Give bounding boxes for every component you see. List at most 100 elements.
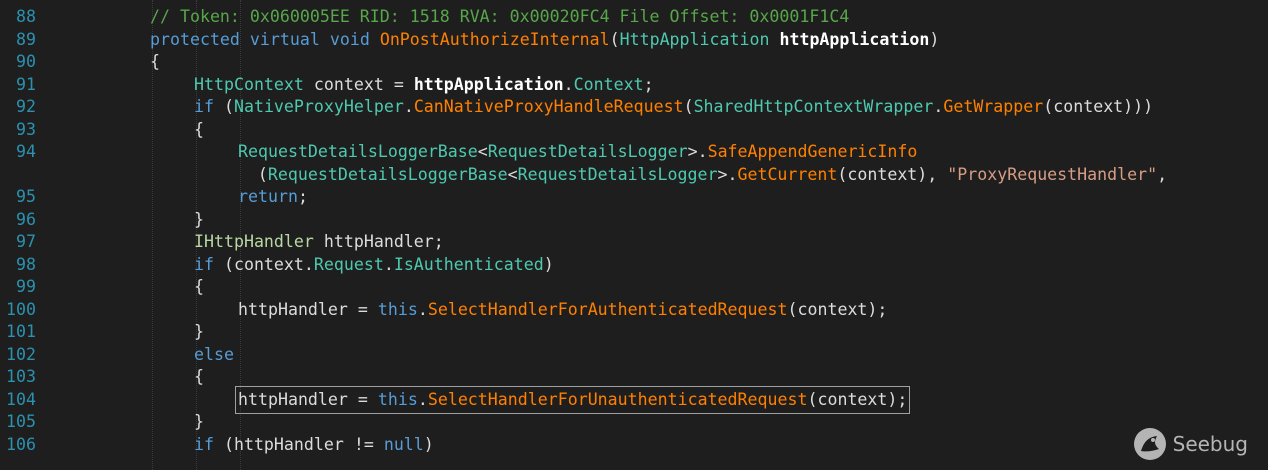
code-token: <	[507, 164, 518, 184]
line-number: 104	[6, 389, 36, 409]
code-token: (	[683, 97, 694, 116]
code-text: RequestDetailsLoggerBase<RequestDetailsL…	[238, 141, 917, 163]
code-line[interactable]: 94 RequestDetailsLoggerBase<RequestDetail…	[0, 141, 1268, 163]
line-number: 88	[16, 7, 36, 26]
code-text: if (httpHandler != null)	[194, 434, 434, 456]
code-token: this	[377, 299, 418, 319]
code-token: RequestDetailsLoggerBase	[238, 142, 478, 161]
code-token: Request	[313, 254, 384, 274]
code-line[interactable]: 93 {	[0, 119, 1268, 141]
highlighted-code-text: httpHandler = this.SelectHandlerForUnaut…	[234, 385, 911, 414]
code-token: IsAuthenticated	[393, 254, 544, 274]
code-text: {	[194, 366, 204, 388]
code-token: (context),	[837, 164, 948, 184]
code-token: }	[194, 412, 204, 431]
code-token: "ProxyRequestHandler"	[947, 164, 1158, 184]
code-text: (RequestDetailsLoggerBase<RequestDetails…	[258, 164, 1167, 186]
code-token: )	[423, 434, 434, 454]
code-token: httpApplication	[413, 74, 564, 94]
code-line[interactable]: 96}	[0, 209, 1268, 231]
code-token: if	[194, 254, 214, 274]
line-number: 95	[16, 187, 36, 206]
code-token: .	[933, 97, 944, 116]
code-line[interactable]: 103 {	[0, 366, 1268, 388]
line-number: 89	[16, 29, 36, 49]
code-token: CanNativeProxyHandleRequest	[413, 97, 684, 116]
code-text: return;	[238, 186, 308, 208]
code-token: .	[417, 389, 428, 409]
code-text: {	[194, 276, 204, 298]
code-token: ;	[643, 74, 654, 94]
code-token: HttpApplication	[619, 29, 770, 49]
code-token: )	[929, 29, 940, 49]
code-line[interactable]: 88 // Token: 0x060005EE RID: 1518 RVA: 0x…	[0, 6, 1268, 28]
code-token: .	[383, 254, 394, 274]
code-text: {	[194, 119, 204, 141]
code-line[interactable]: 106 if (httpHandler != null)	[0, 434, 1268, 456]
code-line[interactable]: 105}	[0, 411, 1268, 433]
line-number: 91	[16, 74, 36, 94]
code-token: return	[238, 187, 298, 206]
line-number: 93	[16, 119, 36, 139]
code-line[interactable]: 102 else	[0, 344, 1268, 366]
code-line[interactable]: 92 if (NativeProxyHelper.CanNativeProxyHa…	[0, 96, 1268, 118]
code-text: }	[194, 209, 204, 231]
code-token: SelectHandlerForUnauthenticatedRequest	[427, 389, 808, 409]
code-token: GetCurrent	[737, 164, 838, 184]
code-token: httpHandler;	[313, 232, 444, 251]
code-token: <	[477, 142, 488, 161]
code-token: (	[609, 29, 620, 49]
code-line[interactable]: 97 IHttpHandler httpHandler;	[0, 231, 1268, 253]
code-token: .	[563, 74, 574, 94]
code-token: (	[213, 97, 234, 116]
code-token: this	[377, 389, 418, 409]
code-token: GetWrapper	[943, 97, 1044, 116]
code-line[interactable]: 89 protected virtual void OnPostAuthorize…	[0, 29, 1268, 51]
code-token: .	[417, 299, 428, 319]
code-line[interactable]: 98 if (context.Request.IsAuthenticated)	[0, 254, 1268, 276]
line-number: 90	[16, 52, 36, 71]
code-token: {	[150, 52, 160, 71]
code-token: RequestDetailsLoggerBase	[267, 164, 508, 184]
code-line[interactable]: 104 httpHandler = this.SelectHandlerForUn…	[0, 385, 1268, 414]
code-token: }	[194, 322, 204, 341]
code-token: if	[194, 97, 214, 116]
code-token: IHttpHandler	[194, 232, 314, 251]
code-line[interactable]: 90 {	[0, 51, 1268, 73]
code-line[interactable]: 99 {	[0, 276, 1268, 298]
code-editor[interactable]: 88 // Token: 0x060005EE RID: 1518 RVA: 0x…	[0, 0, 1268, 470]
code-token: (httpHandler !=	[213, 434, 384, 454]
line-number: 102	[6, 344, 36, 364]
code-token: Context	[573, 74, 644, 94]
seebug-logo-icon	[1133, 428, 1166, 460]
code-token: void	[329, 29, 370, 49]
code-line[interactable]: 101}	[0, 321, 1268, 343]
code-token: (context.	[213, 254, 314, 274]
code-line[interactable]: (RequestDetailsLoggerBase<RequestDetails…	[0, 164, 1268, 186]
code-text: else	[194, 344, 234, 366]
code-line[interactable]: 91 HttpContext context = httpApplication.…	[0, 74, 1268, 96]
line-number: 96	[16, 209, 36, 229]
code-text: }	[194, 411, 204, 433]
code-text: HttpContext context = httpApplication.Co…	[194, 74, 654, 96]
code-token: OnPostAuthorizeInternal	[379, 29, 610, 49]
code-token: )	[543, 254, 554, 274]
line-number: 106	[6, 434, 36, 454]
code-token: null	[383, 434, 424, 454]
code-line[interactable]: 95 return;	[0, 186, 1268, 208]
line-number: 98	[16, 254, 36, 274]
code-token: (	[257, 164, 268, 184]
code-token: (context);	[807, 389, 908, 409]
code-token: }	[194, 209, 204, 229]
line-number: 99	[16, 277, 36, 296]
line-number: 105	[6, 412, 36, 431]
code-line[interactable]: 100 httpHandler = this.SelectHandlerForAu…	[0, 299, 1268, 321]
code-token: SelectHandlerForAuthenticatedRequest	[427, 299, 788, 319]
code-token: ,	[1157, 164, 1168, 184]
code-token: RequestDetailsLogger	[517, 164, 718, 184]
code-text: httpHandler = this.SelectHandlerForAuthe…	[238, 299, 887, 321]
code-text: if (NativeProxyHelper.CanNativeProxyHand…	[194, 96, 1153, 118]
code-token: NativeProxyHelper	[233, 97, 404, 116]
